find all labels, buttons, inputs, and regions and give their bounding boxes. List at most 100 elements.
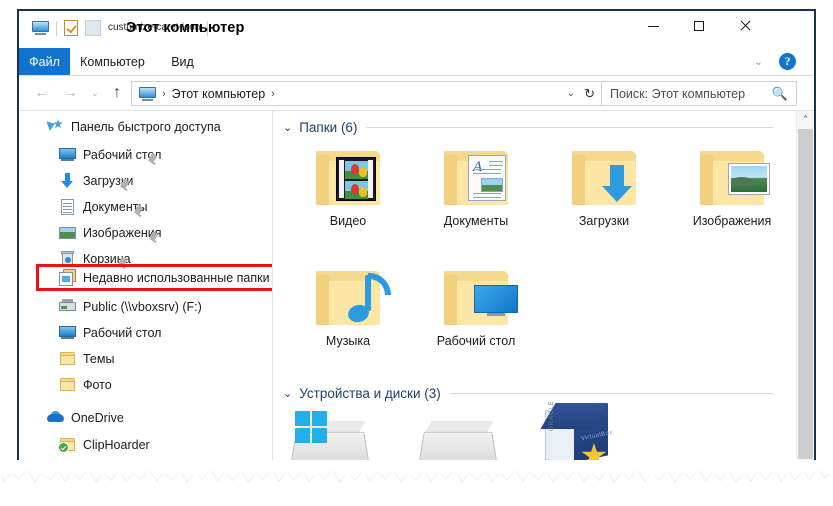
scroll-up-button[interactable]: ⌃ bbox=[797, 111, 814, 128]
group-title: Папки (6) bbox=[299, 119, 358, 135]
sidebar-group-quick-access[interactable]: Панель быстрого доступа ⌄ bbox=[19, 115, 272, 139]
folder-downloads-icon bbox=[564, 143, 644, 211]
recent-locations-button[interactable]: ⌄ bbox=[85, 83, 105, 103]
chevron-down-icon-address[interactable]: ⌄ bbox=[567, 88, 575, 99]
window-title: Этот компьютер bbox=[126, 20, 245, 36]
folder-tile-video[interactable]: Видео bbox=[283, 143, 413, 228]
maximize-button[interactable] bbox=[676, 11, 722, 41]
tab-computer[interactable]: Компьютер bbox=[70, 48, 155, 75]
folder-synced-icon bbox=[58, 436, 77, 454]
group-rule bbox=[449, 392, 773, 394]
sidebar-item-label: Public (\\vboxsrv) (F:) bbox=[83, 300, 202, 314]
sidebar-item-pictures[interactable]: Изображения bbox=[19, 221, 272, 245]
group-rule bbox=[366, 126, 773, 128]
content-area: Панель быстрого доступа ⌄ Рабочий стол З… bbox=[19, 111, 814, 497]
folder-icon bbox=[59, 376, 77, 394]
folder-tile-pictures[interactable]: Изображения bbox=[667, 143, 797, 228]
folder-tile-downloads[interactable]: Загрузки bbox=[539, 143, 669, 228]
forward-button[interactable]: → bbox=[60, 83, 80, 103]
tab-file[interactable]: Файл bbox=[19, 48, 70, 75]
group-header-folders[interactable]: ⌄ Папки (6) bbox=[273, 117, 793, 137]
tile-label: Документы bbox=[443, 214, 509, 228]
picture-icon bbox=[59, 224, 77, 242]
close-icon bbox=[739, 20, 751, 32]
breadcrumb-separator-2[interactable]: › bbox=[271, 88, 275, 100]
search-input[interactable]: Поиск: Этот компьютер 🔍 bbox=[601, 81, 797, 106]
chevron-down-icon-folders[interactable]: ⌄ bbox=[283, 121, 292, 134]
sidebar-item-cliphoarder[interactable]: ClipHoarder bbox=[19, 433, 272, 457]
scrollbar-thumb[interactable] bbox=[798, 129, 813, 459]
torn-edge bbox=[0, 460, 833, 506]
folder-music-icon bbox=[308, 263, 391, 331]
folder-pictures-icon bbox=[692, 143, 772, 211]
sidebar-item-downloads[interactable]: Загрузки bbox=[19, 169, 272, 193]
monitor-icon bbox=[59, 146, 77, 164]
folder-tile-documents[interactable]: A Документы bbox=[411, 143, 541, 228]
folder-icon bbox=[59, 350, 77, 368]
sidebar-item-desktop[interactable]: Рабочий стол bbox=[19, 143, 272, 167]
help-button[interactable]: ? bbox=[779, 53, 796, 70]
folder-desktop-icon bbox=[436, 263, 518, 331]
file-list-pane: ⌄ Папки (6) Видео A Документы Загрузки И… bbox=[273, 111, 814, 497]
new-folder-icon[interactable] bbox=[85, 20, 101, 36]
sidebar-group-label: OneDrive bbox=[71, 411, 124, 425]
group-title: Устройства и диски (3) bbox=[299, 385, 441, 401]
breadcrumb-this-pc-icon[interactable] bbox=[139, 86, 156, 101]
back-button[interactable]: ← bbox=[32, 83, 52, 103]
breadcrumb-item-this-pc[interactable]: Этот компьютер bbox=[172, 87, 265, 101]
address-bar: ← → ⌄ ↑ › Этот компьютер › ⌄ ↻ Поиск: Эт… bbox=[19, 76, 814, 110]
folder-tile-desktop[interactable]: Рабочий стол bbox=[411, 263, 541, 348]
breadcrumb[interactable]: › Этот компьютер › ⌄ ↻ bbox=[131, 81, 602, 106]
folder-video-icon bbox=[308, 143, 388, 211]
tab-view[interactable]: Вид bbox=[155, 48, 210, 75]
up-button[interactable]: ↑ bbox=[107, 83, 127, 103]
quick-access-star-icon bbox=[47, 118, 65, 136]
onedrive-cloud-icon bbox=[47, 409, 65, 427]
download-arrow-icon bbox=[59, 172, 77, 190]
tile-label: Видео bbox=[329, 214, 367, 228]
properties-icon[interactable] bbox=[64, 20, 78, 36]
sidebar-item-themes[interactable]: Темы bbox=[19, 347, 272, 371]
windows-logo-icon bbox=[295, 411, 327, 443]
ribbon-tabs: Файл Компьютер Вид ⌄ ? bbox=[19, 48, 814, 75]
document-icon bbox=[59, 198, 77, 216]
close-button[interactable] bbox=[722, 11, 768, 41]
this-pc-icon[interactable] bbox=[32, 21, 49, 35]
highlight-box bbox=[36, 264, 272, 291]
chevron-down-icon-devices[interactable]: ⌄ bbox=[283, 387, 292, 400]
sidebar-item-photos[interactable]: Фото bbox=[19, 373, 272, 397]
pin-icon[interactable] bbox=[148, 232, 160, 245]
sidebar-item-label: ClipHoarder bbox=[83, 438, 150, 452]
folder-documents-icon: A bbox=[436, 143, 516, 211]
pin-icon[interactable] bbox=[119, 180, 131, 193]
chevron-down-icon[interactable]: ⌄ bbox=[750, 54, 767, 69]
group-header-devices[interactable]: ⌄ Устройства и диски (3) bbox=[273, 383, 793, 403]
navigation-pane: Панель быстрого доступа ⌄ Рабочий стол З… bbox=[19, 111, 272, 497]
monitor-icon bbox=[59, 324, 77, 342]
minimize-button[interactable] bbox=[630, 11, 676, 41]
sidebar-item-desktop-2[interactable]: Рабочий стол bbox=[19, 321, 272, 345]
maximize-icon bbox=[694, 21, 704, 31]
search-icon[interactable]: 🔍 bbox=[772, 86, 788, 102]
pin-icon[interactable] bbox=[133, 206, 145, 219]
sidebar-item-label: Рабочий стол bbox=[83, 326, 162, 340]
network-drive-icon bbox=[59, 298, 77, 316]
sidebar-item-documents[interactable]: Документы bbox=[19, 195, 272, 219]
sidebar-item-public-share[interactable]: Public (\\vboxsrv) (F:) bbox=[19, 295, 272, 319]
minimize-icon bbox=[647, 25, 659, 27]
sidebar-group-onedrive[interactable]: OneDrive ⌄ bbox=[19, 406, 272, 430]
pin-icon[interactable] bbox=[147, 154, 159, 167]
sidebar-item-label: Темы bbox=[83, 352, 115, 366]
folder-tile-music[interactable]: Музыка bbox=[283, 263, 413, 348]
explorer-window: customize-caret-icon Этот компьютер Файл… bbox=[17, 9, 816, 497]
sidebar-item-label: Фото bbox=[83, 378, 112, 392]
refresh-icon[interactable]: ↻ bbox=[584, 86, 595, 102]
search-placeholder: Поиск: Этот компьютер bbox=[610, 86, 746, 101]
vertical-scrollbar[interactable]: ⌃ bbox=[796, 111, 814, 497]
tile-label: Загрузки bbox=[578, 214, 630, 228]
tile-label: Музыка bbox=[325, 334, 371, 348]
tile-label: Рабочий стол bbox=[436, 334, 516, 348]
title-bar: customize-caret-icon Этот компьютер bbox=[19, 11, 814, 49]
tile-label: Изображения bbox=[692, 214, 772, 228]
sidebar-group-label: Панель быстрого доступа bbox=[71, 120, 221, 134]
